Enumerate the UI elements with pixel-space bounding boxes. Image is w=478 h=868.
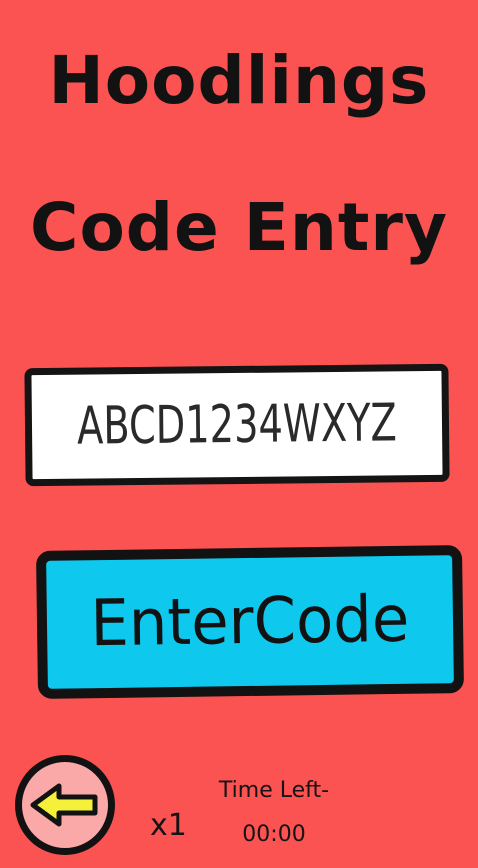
code-input-value: ABCD1234WXYZ — [76, 393, 398, 457]
enter-code-button[interactable]: EnterCode — [35, 545, 465, 699]
enter-code-button-label: EnterCode — [90, 582, 410, 662]
arrow-left-icon — [30, 783, 98, 827]
time-left-value: 00:00 — [242, 822, 306, 847]
page-title-line-2: Code Entry — [30, 189, 448, 266]
code-input[interactable]: ABCD1234WXYZ — [24, 363, 450, 487]
page-title-line-1: Hoodlings — [48, 42, 430, 119]
time-left-label: Time Left- — [218, 778, 330, 803]
multiplier-label: x1 — [150, 808, 187, 843]
back-button[interactable] — [15, 755, 115, 855]
